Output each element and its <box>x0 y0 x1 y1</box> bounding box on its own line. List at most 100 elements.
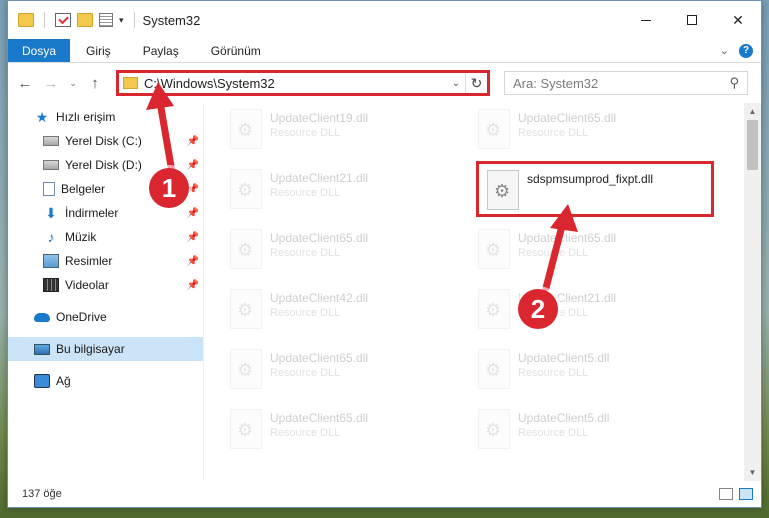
explorer-window: ▾ System32 ✕ Dosya Giriş Paylaş Görünüm … <box>7 0 762 508</box>
properties-check-icon[interactable] <box>55 13 71 27</box>
search-icon[interactable]: ⚲ <box>729 75 739 91</box>
dll-file-icon <box>478 409 510 449</box>
maximize-icon <box>687 15 697 25</box>
dll-file-icon <box>230 229 262 269</box>
view-options-icon[interactable] <box>99 13 113 27</box>
address-row: ← → ⌄ ↑ C:\Windows\System32 ⌄ ↻ Ara: Sys… <box>8 63 761 103</box>
file-item[interactable]: UpdateClient5.dll Resource DLL <box>470 343 706 395</box>
file-name: UpdateClient19.dll <box>270 111 369 125</box>
nav-label: OneDrive <box>56 310 107 324</box>
tab-home[interactable]: Giriş <box>70 39 127 62</box>
divider <box>44 12 45 28</box>
tab-file[interactable]: Dosya <box>8 39 71 62</box>
file-name: UpdateClient5.dll <box>518 411 610 425</box>
recent-dropdown-icon[interactable]: ⌄ <box>66 78 80 89</box>
dll-file-icon <box>230 169 262 209</box>
pin-icon[interactable]: 📌 <box>187 232 199 243</box>
star-icon: ★ <box>35 109 49 125</box>
item-count: 137 öğe <box>22 488 62 500</box>
step-badge-2: 2 <box>518 289 558 329</box>
nav-item-music[interactable]: ♪ Müzik 📌 <box>8 225 203 249</box>
computer-icon <box>34 343 50 355</box>
disk-icon <box>43 160 59 170</box>
back-icon[interactable]: ← <box>14 75 36 92</box>
nav-label: Bu bilgisayar <box>56 342 125 356</box>
help-icon[interactable]: ? <box>739 43 753 58</box>
file-type: Resource DLL <box>518 427 589 439</box>
file-type: Resource DLL <box>270 427 341 439</box>
nav-network[interactable]: Ağ <box>8 369 203 393</box>
file-item[interactable]: UpdateClient65.dll Resource DLL <box>222 403 458 455</box>
file-item[interactable]: UpdateClient19.dll Resource DLL <box>222 103 458 155</box>
file-type: Resource DLL <box>270 307 341 319</box>
content-area: ★ Hızlı erişim Yerel Disk (C:) 📌 Yerel D… <box>8 103 761 481</box>
window-title: System32 <box>142 12 201 28</box>
pin-icon[interactable]: 📌 <box>187 136 199 147</box>
file-item[interactable]: UpdateClient65.dll Resource DLL <box>222 223 458 275</box>
file-item[interactable]: UpdateClient21.dllResource DLL <box>222 163 458 215</box>
address-path[interactable]: C:\Windows\System32 <box>144 76 275 91</box>
tab-view[interactable]: Görünüm <box>195 39 277 62</box>
pin-icon[interactable]: 📌 <box>187 208 199 219</box>
pin-icon[interactable]: 📌 <box>187 280 199 291</box>
pin-icon[interactable]: 📌 <box>187 256 199 267</box>
file-item[interactable]: UpdateClient65.dll Resource DLL <box>222 343 458 395</box>
nav-item-disk-c[interactable]: Yerel Disk (C:) 📌 <box>8 129 203 153</box>
nav-this-pc[interactable]: Bu bilgisayar <box>8 337 203 361</box>
qat-dropdown-icon[interactable]: ▾ <box>119 15 124 26</box>
file-list: UpdateClient19.dll Resource DLL UpdateCli… <box>204 103 744 481</box>
file-item[interactable]: UpdateClient21.dllResource DLL <box>470 283 706 335</box>
nav-item-pictures[interactable]: Resimler 📌 <box>8 249 203 273</box>
refresh-icon[interactable]: ↻ <box>465 73 487 93</box>
file-item-highlighted[interactable]: sdspmsumprod_fixpt.dll <box>476 161 714 217</box>
dll-file-icon <box>478 229 510 269</box>
close-button[interactable]: ✕ <box>715 1 761 39</box>
scroll-thumb[interactable] <box>747 120 758 170</box>
chevron-down-icon[interactable]: ⌄ <box>447 78 465 89</box>
nav-onedrive[interactable]: OneDrive <box>8 305 203 329</box>
scroll-up-icon[interactable]: ▲ <box>744 103 761 120</box>
file-item[interactable]: UpdateClient65.dll Resource DLL <box>470 103 706 155</box>
forward-icon[interactable]: → <box>40 75 62 92</box>
file-type: Resource DLL <box>270 247 341 259</box>
dll-file-icon <box>230 409 262 449</box>
status-bar: 137 öğe <box>8 481 761 507</box>
tab-share[interactable]: Paylaş <box>127 39 195 62</box>
maximize-button[interactable] <box>669 1 715 39</box>
scroll-down-icon[interactable]: ▼ <box>744 464 761 481</box>
close-icon: ✕ <box>732 11 744 28</box>
pin-icon[interactable]: 📌 <box>187 160 199 171</box>
vertical-scrollbar[interactable]: ▲ ▼ <box>744 103 761 481</box>
nav-label: Yerel Disk (D:) <box>65 158 142 172</box>
dll-file-icon <box>487 170 519 210</box>
search-input[interactable]: Ara: System32 ⚲ <box>504 71 748 95</box>
cloud-icon <box>34 312 50 322</box>
expand-ribbon-icon[interactable]: ⌄ <box>720 44 729 57</box>
dll-file-icon <box>478 349 510 389</box>
minimize-button[interactable] <box>623 1 669 39</box>
file-item[interactable]: UpdateClient65.dll Resource DLL <box>470 223 706 275</box>
music-icon: ♪ <box>47 229 55 245</box>
folder-icon <box>18 13 34 27</box>
dll-file-icon <box>230 349 262 389</box>
nav-label: Yerel Disk (C:) <box>65 134 142 148</box>
file-item[interactable]: UpdateClient5.dll Resource DLL <box>470 403 706 455</box>
nav-label: Videolar <box>65 278 109 292</box>
nav-quick-access[interactable]: ★ Hızlı erişim <box>8 105 203 129</box>
documents-icon <box>43 182 55 196</box>
new-folder-icon[interactable] <box>77 13 93 27</box>
address-bar[interactable]: C:\Windows\System32 ⌄ ↻ <box>116 70 490 96</box>
dll-file-icon <box>230 289 262 329</box>
videos-icon <box>43 278 59 292</box>
nav-item-videos[interactable]: Videolar 📌 <box>8 273 203 297</box>
file-item[interactable]: UpdateClient42.dll Resource DLL <box>222 283 458 335</box>
tiles-view-icon[interactable] <box>739 488 753 500</box>
nav-label: Müzik <box>65 230 97 244</box>
details-view-icon[interactable] <box>719 488 733 500</box>
up-icon[interactable]: ↑ <box>84 75 106 92</box>
ribbon-tabs: Dosya Giriş Paylaş Görünüm ⌄ ? <box>8 39 761 63</box>
nav-label: İndirmeler <box>65 206 119 220</box>
